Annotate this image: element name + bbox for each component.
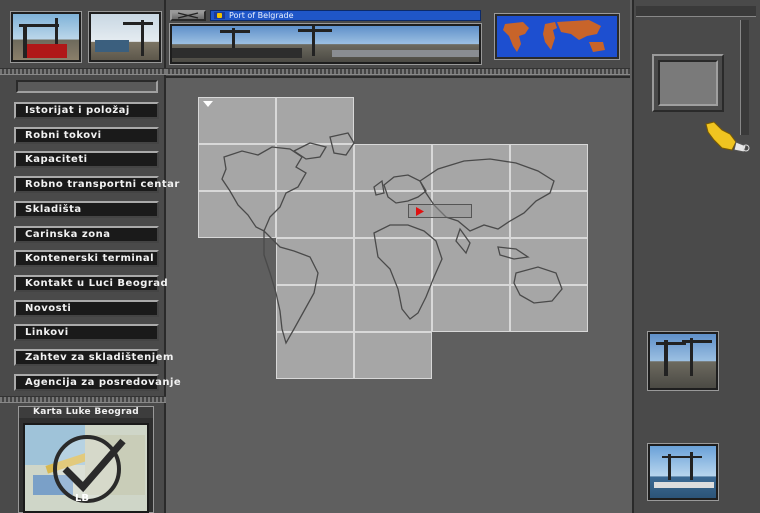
hand-pointer-icon[interactable]	[700, 120, 752, 156]
map-cell-r2-c1[interactable]	[276, 191, 354, 238]
map-cell-r3-c4[interactable]	[510, 238, 588, 285]
flag-icon	[214, 12, 225, 19]
port-map-card-title: Karta Luke Beograd	[19, 407, 153, 418]
map-cell-r3-c3[interactable]	[432, 238, 510, 285]
header-panorama-photo	[169, 23, 482, 65]
nav-item-9[interactable]: Novosti	[14, 300, 159, 317]
nav-item-11[interactable]: Zahtev za skladištenjem	[14, 349, 173, 366]
left-status-bar	[16, 80, 158, 93]
right-frame-rail	[740, 20, 749, 135]
nav-item-3[interactable]: Kapaciteti	[14, 151, 159, 168]
world-grid-map	[198, 97, 590, 379]
nav-item-1[interactable]: Istorijat i položaj	[14, 102, 159, 119]
map-cell-r4-c2[interactable]	[354, 285, 432, 332]
window-title: Port of Belgrade	[229, 11, 294, 20]
right-photo-harbour[interactable]	[647, 443, 719, 501]
map-cell-r4-c4[interactable]	[510, 285, 588, 332]
right-frame-top-strip	[636, 6, 756, 17]
world-map-overview[interactable]	[494, 13, 620, 60]
nav-item-5[interactable]: Skladišta	[14, 201, 159, 218]
right-photo-cranes[interactable]	[647, 331, 719, 391]
header-photo-cranes-red	[10, 11, 82, 63]
play-marker-icon	[416, 207, 424, 216]
map-cell-r4-c3[interactable]	[432, 285, 510, 332]
map-cell-r5-c2[interactable]	[354, 332, 432, 379]
nav-item-10[interactable]: Linkovi	[14, 324, 159, 341]
map-cell-r2-c4[interactable]	[510, 191, 588, 238]
port-logo-icon	[53, 435, 126, 503]
map-cell-r5-c1[interactable]	[276, 332, 354, 379]
preview-frame	[652, 54, 724, 112]
map-cell-r1-c1[interactable]	[276, 144, 354, 191]
map-cell-r1-c2[interactable]	[354, 144, 432, 191]
map-cell-r3-c1[interactable]	[276, 238, 354, 285]
port-map-thumbnail[interactable]: LB	[23, 423, 149, 513]
location-marker-box[interactable]	[408, 204, 472, 218]
x-icon	[177, 12, 199, 19]
port-map-card[interactable]: Karta Luke Beograd LB	[18, 406, 154, 513]
world-map-icon	[503, 20, 605, 52]
map-cell-r1-c4[interactable]	[510, 144, 588, 191]
close-button[interactable]	[170, 10, 206, 21]
header-photo-warehouse	[88, 11, 162, 63]
window-title-bar: Port of Belgrade	[210, 10, 481, 21]
nav-item-2[interactable]: Robni tokovi	[14, 127, 159, 144]
preview-screen	[658, 60, 718, 106]
nav-item-4[interactable]: Robno transportni centar	[14, 176, 179, 193]
map-cell-r1-c0[interactable]	[198, 144, 276, 191]
port-logo-text: LB	[75, 493, 89, 504]
top-divider	[166, 68, 630, 75]
nav-item-12[interactable]: Agencija za posredovanje	[14, 374, 181, 391]
nav-item-8[interactable]: Kontakt u Luci Beograd	[14, 275, 168, 292]
left-bottom-divider	[0, 396, 166, 403]
map-cell-r4-c1[interactable]	[276, 285, 354, 332]
nav-item-6[interactable]: Carinska zona	[14, 226, 159, 243]
nav-item-7[interactable]: Kontenerski terminal	[14, 250, 159, 267]
map-cell-r0-c1[interactable]	[276, 97, 354, 144]
left-top-divider	[0, 68, 166, 75]
map-cell-r3-c2[interactable]	[354, 238, 432, 285]
map-cell-r1-c3[interactable]	[432, 144, 510, 191]
collapse-triangle-icon[interactable]	[202, 100, 214, 108]
map-cell-r2-c0[interactable]	[198, 191, 276, 238]
